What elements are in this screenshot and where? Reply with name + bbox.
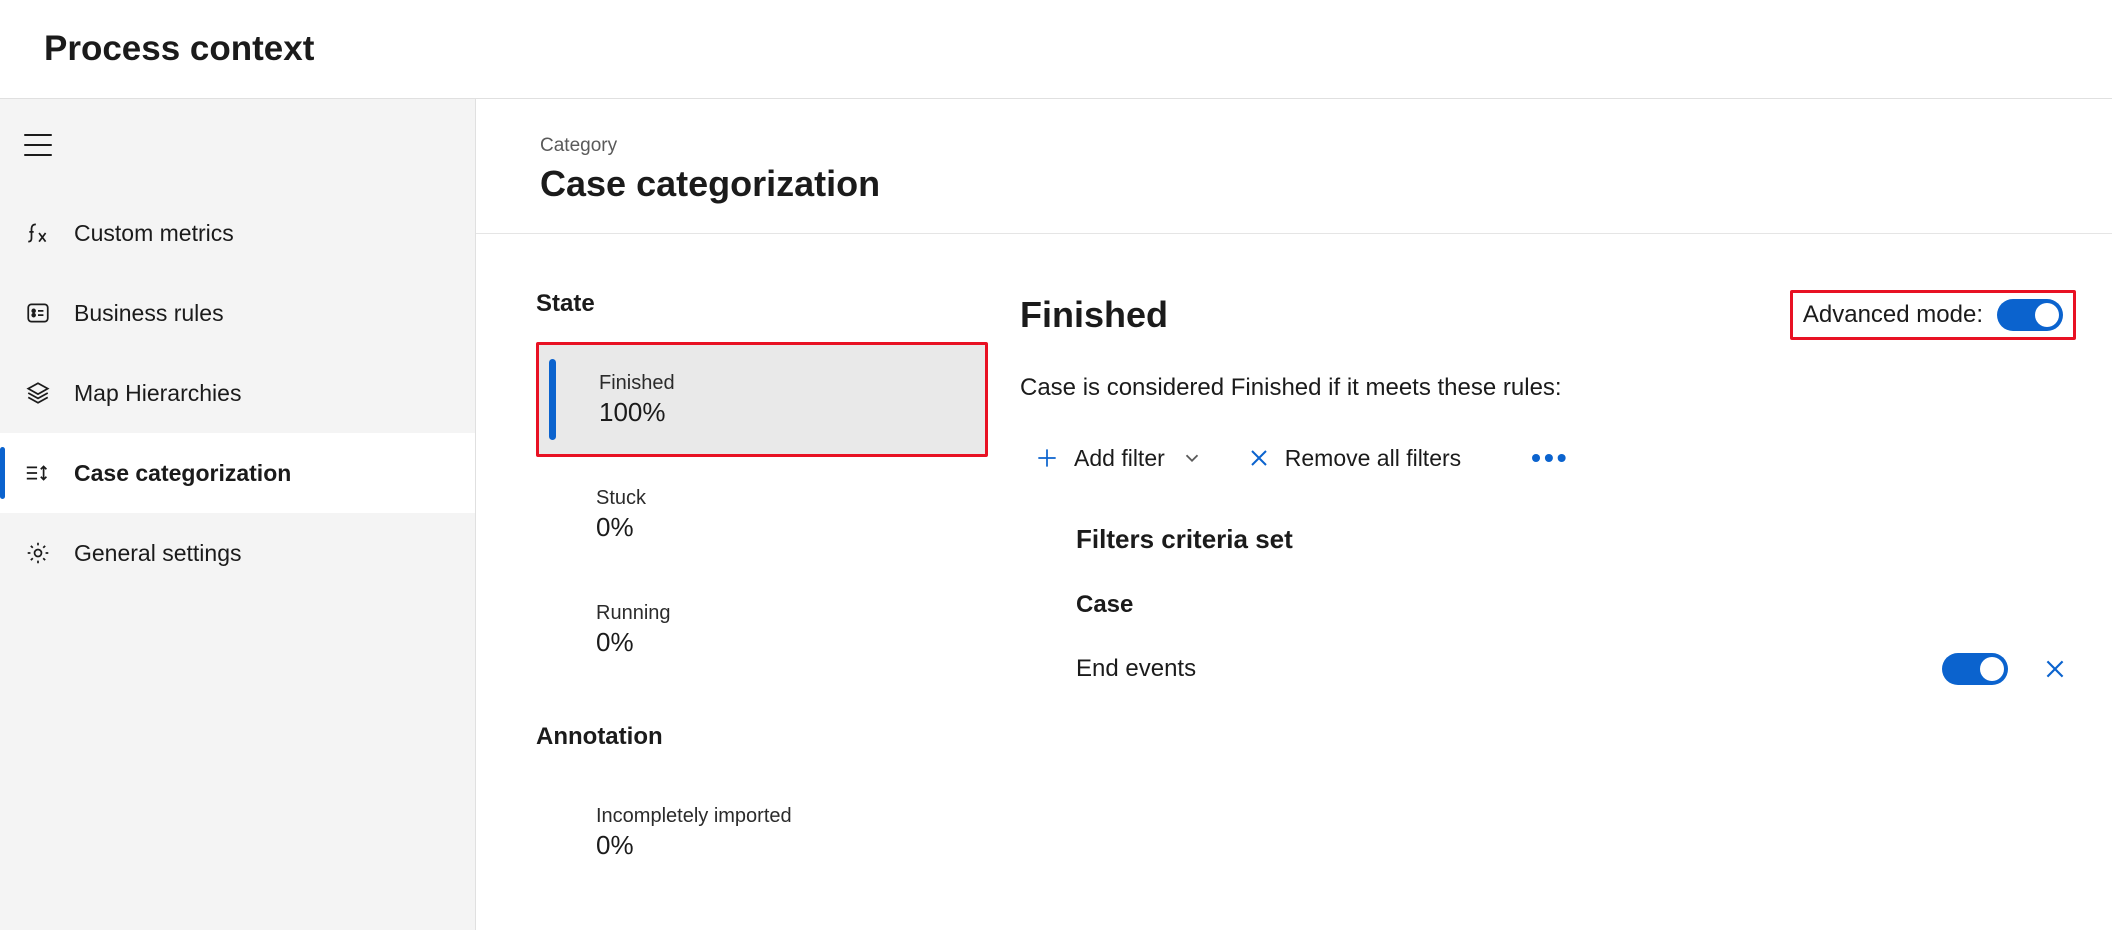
state-item-running[interactable]: Running 0% <box>536 572 988 687</box>
close-icon <box>1247 446 1271 470</box>
criteria-sub-heading: Case <box>1076 591 2076 619</box>
sidebar: Custom metrics Business rules <box>0 99 476 930</box>
annotation-item-name: Incompletely imported <box>596 805 988 828</box>
categorization-icon <box>24 459 52 487</box>
sidebar-item-business-rules[interactable]: Business rules <box>0 273 475 353</box>
filter-toolbar: Add filter Remove all filters ••• <box>1020 442 2076 474</box>
criteria-row-end-events: End events <box>1076 653 2076 685</box>
category-title: Case categorization <box>540 163 2112 205</box>
criteria-row-toggle[interactable] <box>1942 653 2008 685</box>
rules-icon <box>24 299 52 327</box>
state-item-stuck[interactable]: Stuck 0% <box>536 457 988 572</box>
detail-title: Finished <box>1020 294 1168 336</box>
remove-all-filters-button[interactable]: Remove all filters <box>1247 445 1461 472</box>
state-item-percent: 0% <box>596 512 988 543</box>
advanced-mode-group: Advanced mode: <box>1790 290 2076 340</box>
sidebar-item-custom-metrics[interactable]: Custom metrics <box>0 193 475 273</box>
sidebar-item-label: Custom metrics <box>74 220 234 247</box>
criteria-set-heading: Filters criteria set <box>1076 524 2076 555</box>
sidebar-item-case-categorization[interactable]: Case categorization <box>0 433 475 513</box>
add-filter-label: Add filter <box>1074 445 1165 472</box>
fx-icon <box>24 219 52 247</box>
state-item-percent: 0% <box>596 627 988 658</box>
annotation-item-incompletely-imported[interactable]: Incompletely imported 0% <box>536 775 988 890</box>
advanced-mode-label: Advanced mode: <box>1803 301 1983 329</box>
hamburger-menu-icon[interactable] <box>24 134 52 156</box>
category-header: Category Case categorization <box>476 99 2112 234</box>
sidebar-item-label: Business rules <box>74 300 224 327</box>
detail-description: Case is considered Finished if it meets … <box>1020 374 2076 402</box>
state-item-name: Finished <box>599 372 985 395</box>
state-item-name: Running <box>596 602 988 625</box>
annotation-item-percent: 0% <box>596 830 988 861</box>
sidebar-item-map-hierarchies[interactable]: Map Hierarchies <box>0 353 475 433</box>
category-label: Category <box>540 135 2112 157</box>
page-title: Process context <box>44 29 314 69</box>
state-item-finished[interactable]: Finished 100% <box>536 342 988 457</box>
state-section-heading: State <box>536 290 988 318</box>
sidebar-item-general-settings[interactable]: General settings <box>0 513 475 593</box>
more-actions-button[interactable]: ••• <box>1531 442 1569 474</box>
sidebar-item-label: Map Hierarchies <box>74 380 241 407</box>
sidebar-item-label: Case categorization <box>74 460 291 487</box>
layers-icon <box>24 379 52 407</box>
gear-icon <box>24 539 52 567</box>
plus-icon <box>1034 445 1060 471</box>
sidebar-item-label: General settings <box>74 540 241 567</box>
annotation-section-heading: Annotation <box>536 723 988 751</box>
state-item-percent: 100% <box>599 397 985 428</box>
criteria-row-remove-button[interactable] <box>2042 656 2068 682</box>
criteria-row-label: End events <box>1076 655 1196 683</box>
state-item-name: Stuck <box>596 487 988 510</box>
add-filter-dropdown[interactable] <box>1181 447 1203 469</box>
add-filter-button[interactable]: Add filter <box>1034 445 1165 472</box>
advanced-mode-toggle[interactable] <box>1997 299 2063 331</box>
remove-all-label: Remove all filters <box>1285 445 1461 472</box>
